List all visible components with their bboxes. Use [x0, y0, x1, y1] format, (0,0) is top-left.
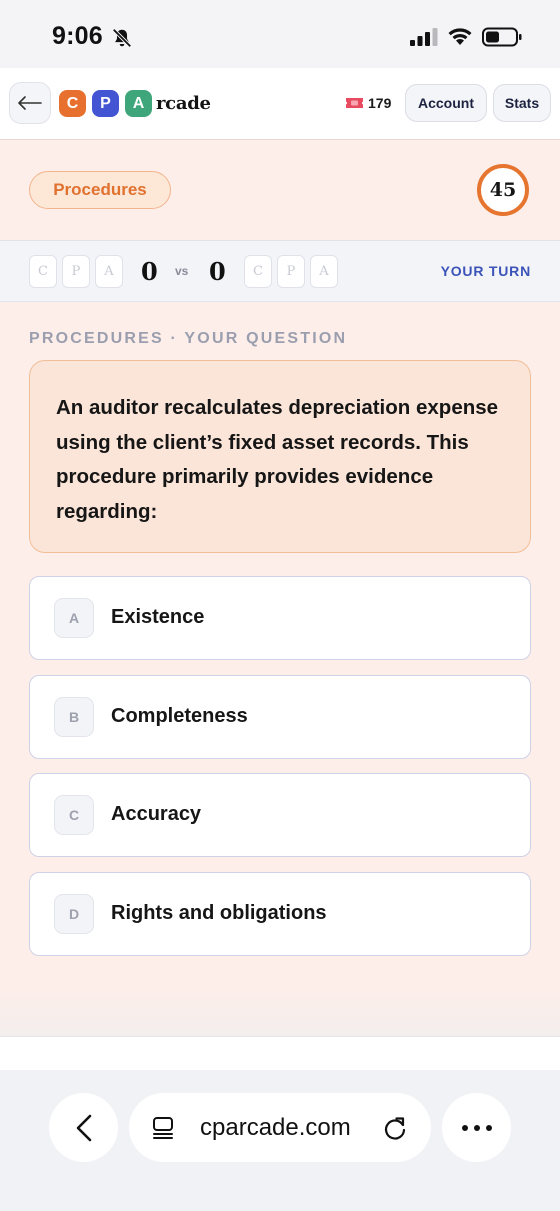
player2-letter-p: P [277, 255, 305, 288]
player2-score: 0 [209, 257, 226, 286]
option-text: Accuracy [111, 803, 202, 825]
address-bar[interactable]: cparcade.com [129, 1093, 431, 1162]
page-bottom-band [0, 1036, 560, 1070]
wifi-icon [448, 28, 472, 45]
player2-letter-a: A [310, 255, 338, 288]
option-text: Existence [111, 606, 205, 628]
option-letter-badge: B [54, 697, 94, 737]
option-letter-badge: A [54, 598, 94, 638]
app-header: C P A rcade 179 Account Stats [0, 68, 560, 140]
versus-label: vs [175, 264, 189, 278]
ticket-icon [346, 98, 363, 108]
player1-letter-c: C [29, 255, 57, 288]
arrow-left-icon [18, 96, 42, 110]
logo-tile-a: A [125, 90, 152, 117]
bell-slash-icon [112, 28, 132, 48]
player1-letter-a: A [95, 255, 123, 288]
category-pill: Procedures [29, 171, 171, 209]
cparcade-logo[interactable]: C P A rcade [59, 90, 211, 117]
option-text: Rights and obligations [111, 902, 327, 924]
account-button[interactable]: Account [405, 84, 487, 122]
ellipsis-icon [461, 1124, 492, 1131]
answer-option-a[interactable]: A Existence [29, 576, 531, 660]
ticket-balance: 179 [345, 95, 391, 111]
logo-tile-c: C [59, 90, 86, 117]
content-fade [0, 990, 560, 1036]
browser-back-button[interactable] [49, 1093, 118, 1162]
question-card: An auditor recalculates depreciation exp… [29, 360, 531, 553]
score-bar: C P A 0 vs 0 C P A YOUR TURN [0, 240, 560, 302]
browser-toolbar: cparcade.com [0, 1070, 560, 1211]
question-label: PROCEDURES · YOUR QUESTION [29, 330, 348, 347]
option-letter-badge: D [54, 894, 94, 934]
status-time: 9:06 [52, 22, 103, 50]
url-text: cparcade.com [200, 1114, 351, 1141]
countdown-timer: 45 [477, 164, 529, 216]
chevron-left-icon [76, 1114, 91, 1141]
back-button[interactable] [9, 82, 51, 124]
option-text: Completeness [111, 705, 248, 727]
battery-icon [482, 27, 522, 47]
logo-text: rcade [156, 93, 211, 114]
status-bar: 9:06 [0, 0, 560, 68]
page-menu-icon[interactable] [151, 1116, 175, 1140]
turn-indicator: YOUR TURN [440, 263, 531, 279]
ticket-count: 179 [368, 95, 392, 111]
answer-option-b[interactable]: B Completeness [29, 675, 531, 759]
player2-letter-c: C [244, 255, 272, 288]
more-options-button[interactable] [442, 1093, 511, 1162]
logo-tile-p: P [92, 90, 119, 117]
player1-score: 0 [141, 257, 158, 286]
reload-icon[interactable] [382, 1115, 408, 1141]
answer-option-c[interactable]: C Accuracy [29, 773, 531, 857]
answer-option-d[interactable]: D Rights and obligations [29, 872, 531, 956]
stats-button[interactable]: Stats [493, 84, 551, 122]
option-letter-badge: C [54, 795, 94, 835]
cellular-signal-icon [410, 28, 438, 46]
player1-letter-p: P [62, 255, 90, 288]
